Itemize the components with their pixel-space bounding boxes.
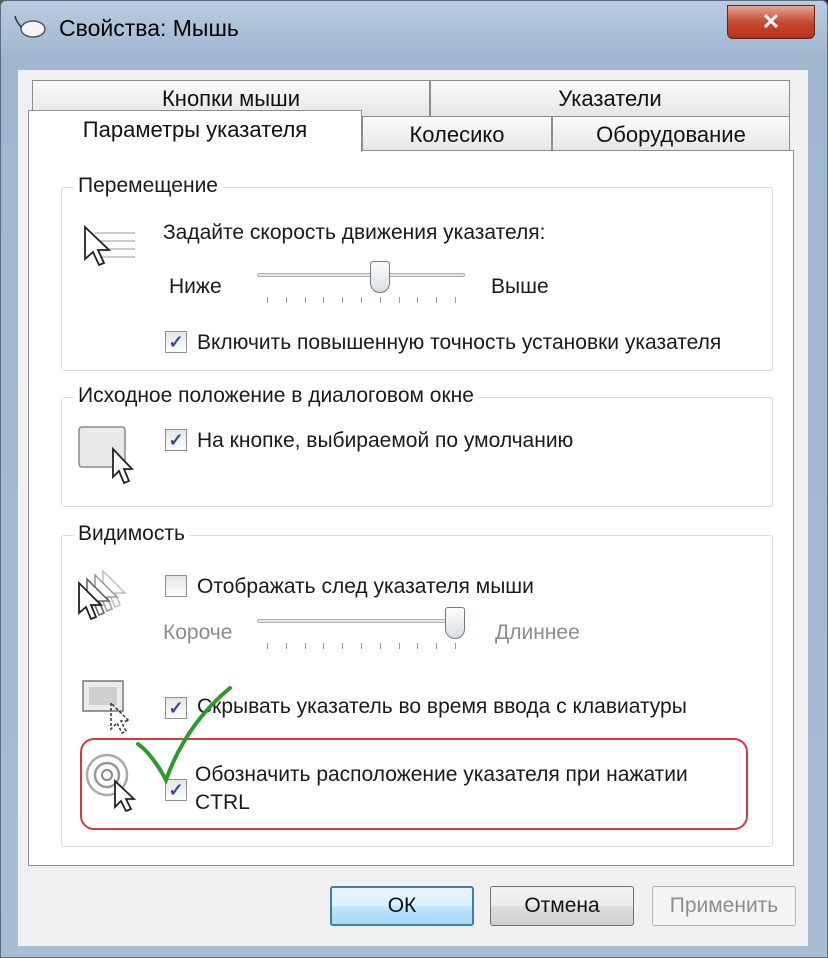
slider-tick [398, 297, 400, 303]
visibility-group-title: Видимость [74, 522, 189, 546]
trails-short-label: Короче [163, 621, 233, 644]
trails-long-label: Длиннее [495, 621, 580, 644]
snap-to-label: На кнопке, выбираемой по умолчанию [197, 429, 574, 452]
pointer-trails-label: Отображать след указателя мыши [197, 575, 534, 598]
pointer-speed-icon [84, 224, 135, 267]
snap-to-group-title: Исходное положение в диалоговом окне [74, 384, 478, 408]
tab-pointers[interactable]: Указатели [430, 80, 790, 116]
motion-group-title: Перемещение [74, 174, 222, 198]
pointer-trails-checkbox[interactable] [165, 575, 187, 597]
speed-slider[interactable] [257, 261, 465, 311]
slider-tick [267, 643, 268, 649]
slider-tick [361, 297, 362, 303]
hide-while-typing-label: Скрывать указатель во время ввода с клав… [197, 695, 687, 718]
speed-prompt: Задайте скорость движения указателя: [163, 221, 546, 244]
apply-button[interactable]: Применить [652, 886, 796, 926]
slider-tick [285, 643, 287, 649]
speed-slow-label: Ниже [169, 275, 222, 298]
tab-pointer-options[interactable]: Параметры указателя [28, 110, 362, 152]
slider-tick [379, 643, 381, 649]
slider-tick [285, 297, 287, 303]
cancel-button[interactable]: Отмена [490, 886, 634, 926]
close-button[interactable]: ✕ [727, 5, 815, 39]
mouse-icon [14, 15, 46, 38]
slider-tick [267, 297, 268, 303]
hide-while-typing-icon [82, 680, 131, 735]
speed-fast-label: Выше [491, 275, 549, 298]
trails-slider-thumb[interactable] [445, 607, 465, 639]
tab-hardware[interactable]: Оборудование [552, 116, 790, 152]
slider-tick [379, 297, 381, 303]
speed-slider-track [257, 273, 465, 277]
trails-slider[interactable] [257, 607, 465, 657]
window-title: Свойства: Мышь [59, 15, 239, 41]
pointer-trails-icon [78, 569, 127, 621]
title-bar[interactable]: Свойства: Мышь ✕ [1, 1, 827, 59]
slider-tick [323, 643, 325, 649]
ok-button[interactable]: ОК [330, 886, 474, 926]
precision-label: Включить повышенную точность установки у… [197, 331, 722, 354]
slider-tick [342, 643, 344, 649]
annotation-green-check-icon [136, 686, 232, 784]
slider-tick [417, 643, 419, 649]
slider-tick [361, 643, 362, 649]
precision-checkbox[interactable] [165, 331, 187, 353]
slider-tick [304, 297, 306, 303]
trails-slider-track [257, 619, 465, 623]
slider-tick [342, 297, 344, 303]
slider-tick [304, 643, 306, 649]
slider-tick [436, 297, 438, 303]
slider-tick [436, 643, 438, 649]
slider-tick [417, 297, 419, 303]
snap-to-checkbox[interactable] [165, 429, 187, 451]
snap-to-button-icon [78, 426, 135, 485]
speed-slider-thumb[interactable] [369, 261, 390, 293]
slider-tick [455, 297, 456, 303]
slider-tick [398, 643, 400, 649]
tab-wheel[interactable]: Колесико [362, 116, 552, 152]
slider-tick [455, 643, 456, 649]
slider-tick [323, 297, 325, 303]
